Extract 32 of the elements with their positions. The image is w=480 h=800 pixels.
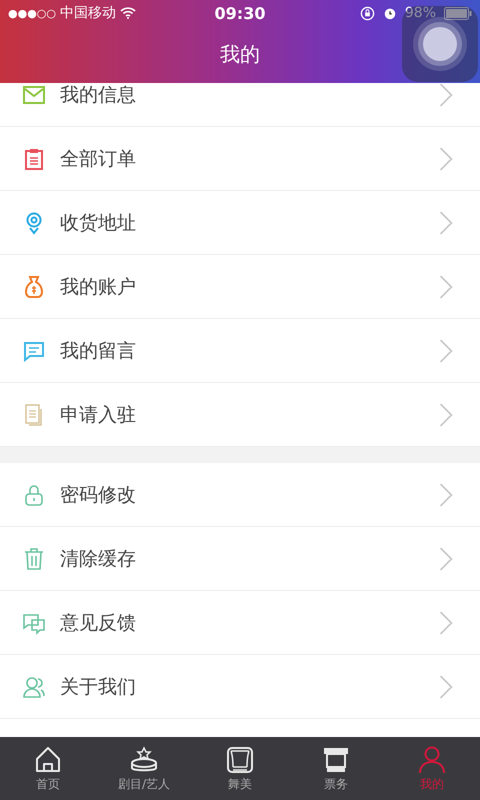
lock-icon bbox=[22, 482, 46, 506]
clipboard-icon bbox=[22, 146, 46, 170]
menu-item[interactable]: 我的账户 bbox=[0, 255, 480, 319]
tab[interactable]: 票务 bbox=[288, 737, 384, 800]
carrier-name: 中国移动 bbox=[60, 4, 116, 22]
tab[interactable]: 首页 bbox=[0, 737, 96, 800]
envelope-icon bbox=[22, 83, 46, 106]
assistive-touch-button[interactable] bbox=[402, 6, 478, 82]
people-icon bbox=[22, 674, 46, 698]
menu-item[interactable]: 我的留言 bbox=[0, 319, 480, 383]
curtain-icon bbox=[225, 744, 255, 774]
menu-item[interactable]: 我的信息 bbox=[0, 83, 480, 127]
menu-item[interactable]: 收货地址 bbox=[0, 191, 480, 255]
money-bag-icon bbox=[22, 274, 46, 298]
page-title: 我的 bbox=[220, 41, 260, 68]
battery-percentage: 98% bbox=[404, 5, 436, 21]
trash-icon bbox=[22, 546, 46, 570]
home-icon bbox=[33, 744, 63, 774]
alarm-icon bbox=[382, 6, 397, 20]
menu-item[interactable]: 清除缓存 bbox=[0, 527, 480, 591]
rotation-lock-icon bbox=[360, 6, 375, 20]
tab[interactable]: 舞美 bbox=[192, 737, 288, 800]
battery-icon bbox=[444, 6, 472, 20]
menu-item[interactable]: 关于我们 bbox=[0, 655, 480, 719]
menu-item[interactable]: 意见反馈 bbox=[0, 591, 480, 655]
status-time: 09:30 bbox=[214, 4, 266, 22]
signal-strength: ●●●○○ bbox=[8, 6, 56, 20]
menu-item[interactable]: 密码修改 bbox=[0, 463, 480, 527]
wifi-icon bbox=[120, 7, 136, 19]
tab[interactable]: 剧目/艺人 bbox=[96, 737, 192, 800]
person-icon bbox=[417, 744, 447, 774]
menu-item[interactable]: 全部订单 bbox=[0, 127, 480, 191]
